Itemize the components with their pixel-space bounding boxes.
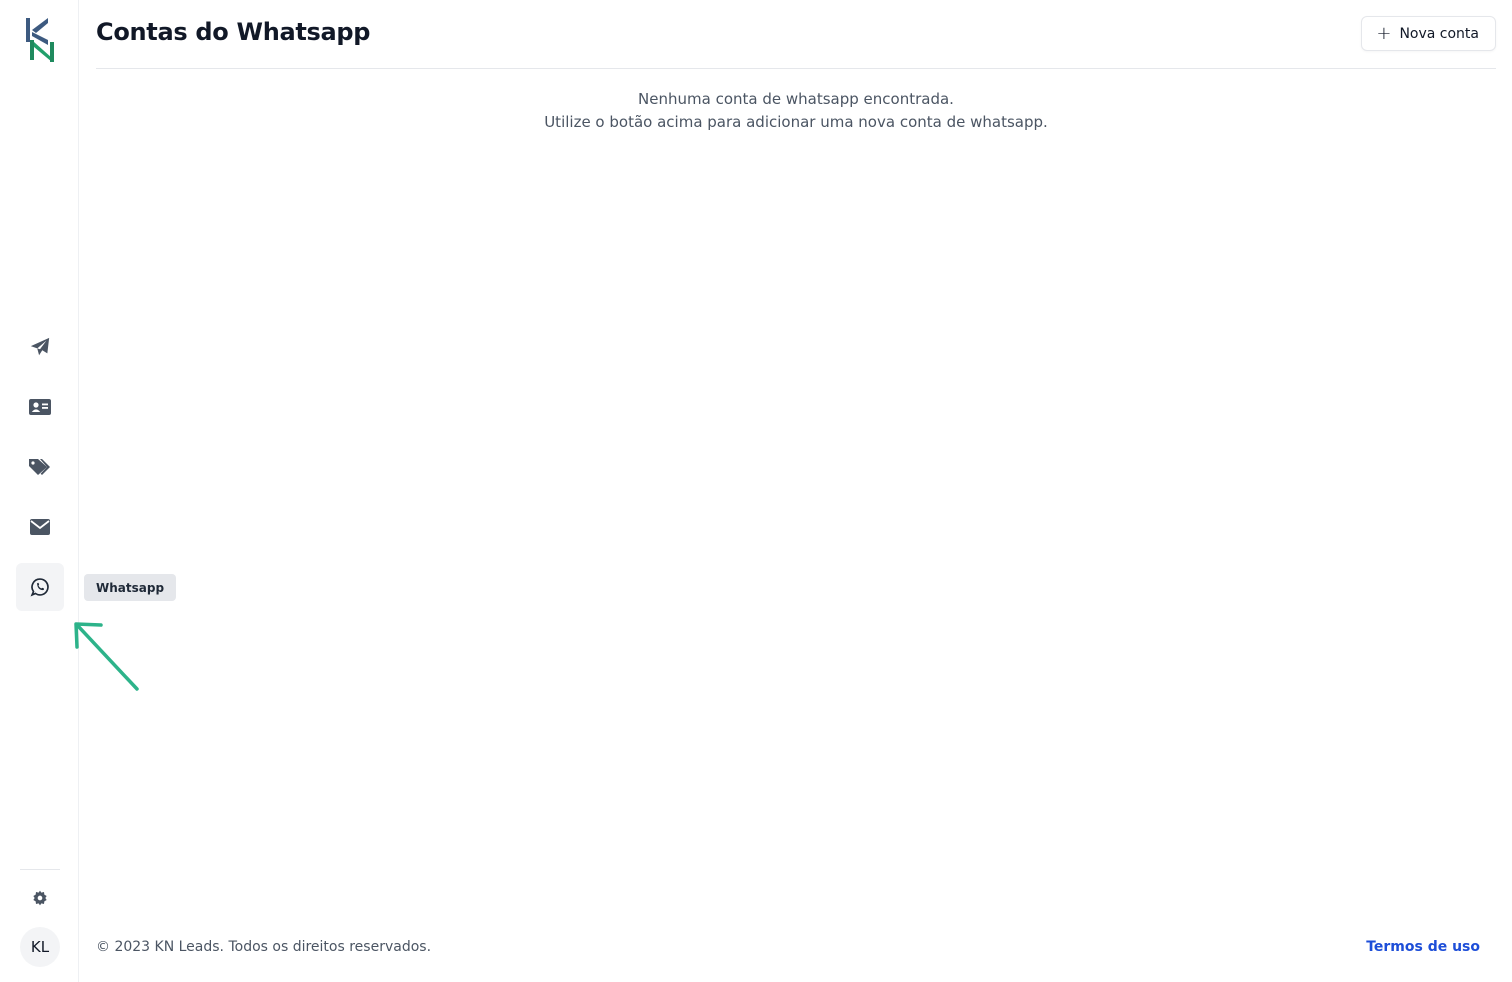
sidebar-item-whatsapp[interactable] [16, 563, 64, 611]
gear-icon [32, 890, 48, 906]
whatsapp-tooltip: Whatsapp [84, 574, 177, 601]
terms-of-use-link[interactable]: Termos de uso [1366, 939, 1480, 955]
sidebar-item-campaigns[interactable] [16, 323, 64, 371]
tooltip-label: Whatsapp [96, 580, 165, 595]
whatsapp-icon [30, 577, 50, 597]
avatar-initials: KL [30, 938, 50, 956]
page-header: Contas do Whatsapp + Nova conta [96, 0, 1496, 69]
sidebar: KL [0, 0, 79, 982]
sidebar-item-email[interactable] [16, 503, 64, 551]
sidebar-item-contacts[interactable] [16, 383, 64, 431]
empty-state: Nenhuma conta de whatsapp encontrada. Ut… [96, 88, 1496, 134]
sidebar-item-tags[interactable] [16, 443, 64, 491]
empty-state-title: Nenhuma conta de whatsapp encontrada. [638, 90, 954, 108]
annotation-arrow-icon [70, 618, 145, 698]
sidebar-divider [20, 869, 60, 870]
new-account-button[interactable]: + Nova conta [1361, 16, 1496, 51]
id-card-icon [28, 397, 52, 417]
plus-icon: + [1376, 22, 1392, 44]
page-title: Contas do Whatsapp [96, 18, 371, 46]
paper-plane-icon [29, 336, 51, 358]
sidebar-item-settings[interactable] [16, 874, 64, 922]
footer-copyright: © 2023 KN Leads. Todos os direitos reser… [96, 939, 432, 955]
empty-state-hint: Utilize o botão acima para adicionar uma… [544, 113, 1048, 131]
tags-icon [28, 457, 52, 477]
new-account-label: Nova conta [1399, 25, 1479, 42]
avatar[interactable]: KL [20, 927, 60, 967]
kn-leads-logo[interactable] [22, 16, 58, 62]
envelope-icon [29, 518, 51, 536]
